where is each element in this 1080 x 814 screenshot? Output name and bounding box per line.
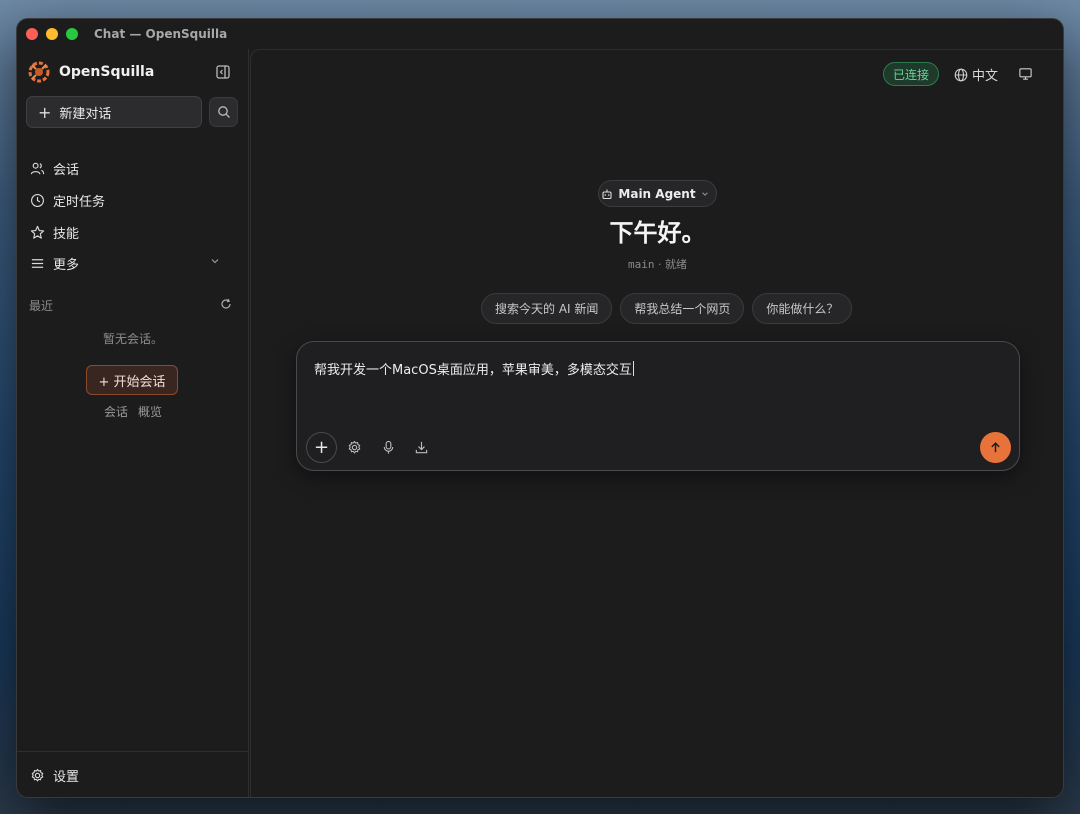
agent-state: 就绪 xyxy=(665,258,687,271)
suggestion-chip[interactable]: 你能做什么？ xyxy=(752,293,853,324)
sidebar-item-sessions[interactable]: 会话 xyxy=(30,157,240,179)
window-title: Chat — OpenSquilla xyxy=(94,27,228,41)
sidebar-item-label: 更多 xyxy=(53,257,80,273)
sidebar-item-skills[interactable]: 技能 xyxy=(30,221,240,243)
send-button[interactable] xyxy=(980,432,1011,463)
brand: OpenSquilla xyxy=(28,61,154,83)
sidebar: OpenSquilla + 新建对话 会话 定时任务 技能 更多 最近 暂无会话… xyxy=(17,49,249,797)
arrow-up-icon xyxy=(991,442,1000,453)
brand-name: OpenSquilla xyxy=(59,64,155,80)
agent-id: main xyxy=(628,258,655,271)
settings-label: 设置 xyxy=(53,770,80,785)
text-caret xyxy=(632,361,634,376)
search-icon xyxy=(217,106,230,118)
greeting-heading: 下午好。 xyxy=(609,219,706,247)
globe-icon xyxy=(954,68,968,81)
language-label: 中文 xyxy=(972,69,999,84)
gear-icon xyxy=(31,768,44,782)
sidebar-footer: 设置 xyxy=(17,751,249,797)
refresh-icon[interactable] xyxy=(220,298,232,310)
minimize-window-button[interactable] xyxy=(46,28,58,40)
sidebar-item-scheduled-tasks[interactable]: 定时任务 xyxy=(30,189,240,211)
title-bar: Chat — OpenSquilla xyxy=(17,19,1063,49)
robot-icon xyxy=(602,189,612,199)
message-composer[interactable]: 帮我开发一个MacOS桌面应用，苹果审美，多模态交互 + xyxy=(296,341,1020,471)
agent-selector[interactable]: Main Agent xyxy=(598,180,717,207)
clock-icon xyxy=(31,193,44,207)
connection-status-badge: 已连接 xyxy=(883,62,939,86)
menu-icon xyxy=(31,258,44,268)
sidebar-item-label: 技能 xyxy=(53,226,80,242)
download-icon[interactable] xyxy=(414,440,429,455)
suggestion-chips: 搜索今天的 AI 新闻 帮我总结一个网页 你能做什么？ xyxy=(481,293,860,324)
language-button[interactable]: 中文 xyxy=(954,65,998,84)
sidebar-item-label: 定时任务 xyxy=(53,194,106,210)
main-panel: 已连接 中文 Main Agent 下午好。 main · 就绪 搜索今天的 A… xyxy=(250,49,1063,797)
message-input[interactable]: 帮我开发一个MacOS桌面应用，苹果审美，多模态交互 xyxy=(314,359,634,378)
empty-sessions-text: 暂无会话。 xyxy=(102,332,163,346)
suggestion-chip[interactable]: 搜索今天的 AI 新闻 xyxy=(481,293,613,324)
search-button[interactable] xyxy=(209,97,238,127)
new-chat-label: 新建对话 xyxy=(59,106,112,122)
message-input-text: 帮我开发一个MacOS桌面应用，苹果审美，多模态交互 xyxy=(314,363,632,378)
sidebar-item-label: 会话 xyxy=(53,162,80,178)
sidebar-links: 会话 概览 xyxy=(17,403,249,420)
status-separator: · xyxy=(658,258,662,271)
suggestion-chip[interactable]: 帮我总结一个网页 xyxy=(620,293,745,324)
sidebar-item-more[interactable]: 更多 xyxy=(30,252,240,274)
chevron-down-icon xyxy=(701,191,708,196)
settings-button[interactable]: 设置 xyxy=(30,766,79,785)
gear-icon[interactable] xyxy=(347,440,362,455)
zoom-window-button[interactable] xyxy=(66,28,78,40)
app-window: Chat — OpenSquilla OpenSquilla + 新建对话 会话… xyxy=(16,18,1064,798)
chevron-down-icon xyxy=(211,259,219,264)
plus-icon: + xyxy=(38,102,52,122)
agent-status-line: main · 就绪 xyxy=(251,256,1063,272)
star-icon xyxy=(30,225,45,239)
microphone-icon[interactable] xyxy=(381,440,396,455)
start-session-button[interactable]: + 开始会话 xyxy=(86,365,178,395)
users-icon xyxy=(30,162,45,174)
sessions-link[interactable]: 会话 xyxy=(104,403,128,420)
attach-button[interactable]: + xyxy=(306,432,337,463)
new-chat-button[interactable]: + 新建对话 xyxy=(26,96,202,128)
agent-name: Main Agent xyxy=(618,186,696,201)
sidebar-toggle-icon[interactable] xyxy=(215,64,231,80)
close-window-button[interactable] xyxy=(26,28,38,40)
overview-link[interactable]: 概览 xyxy=(138,403,162,420)
recent-heading: 最近 xyxy=(29,299,54,313)
squilla-logo-icon xyxy=(28,61,50,83)
display-icon[interactable] xyxy=(1018,66,1033,81)
